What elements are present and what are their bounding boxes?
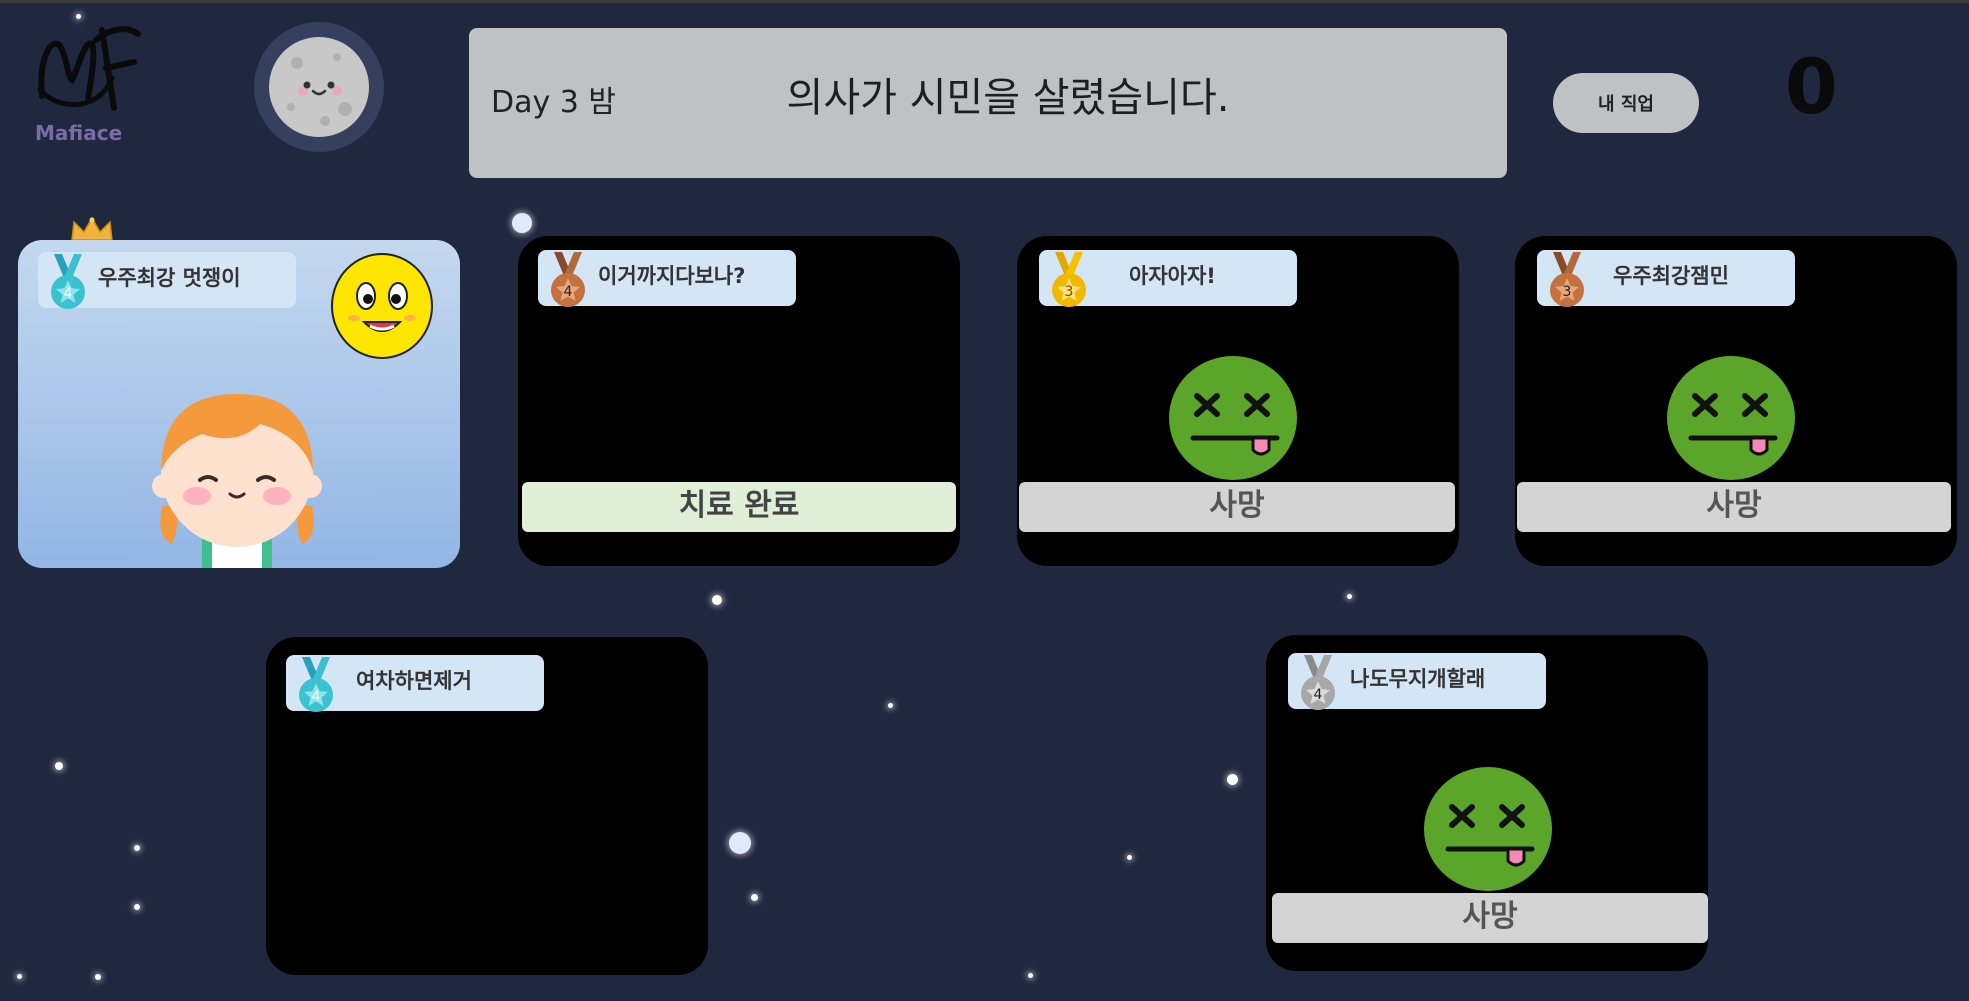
- player-name-tag: 4 이거까지다보나?: [538, 250, 796, 307]
- crown-icon: [71, 216, 113, 241]
- star: [1227, 774, 1238, 785]
- medal-level: 4: [64, 286, 73, 302]
- medal-icon: 3: [1052, 252, 1086, 307]
- medal-level: 3: [1563, 284, 1572, 300]
- player-name: 나도무지개할래: [1350, 667, 1486, 691]
- star: [888, 703, 893, 708]
- my-job-button[interactable]: 내 직업: [1553, 73, 1699, 133]
- medal-icon: 4: [1301, 655, 1335, 710]
- medal-icon: 4: [551, 252, 585, 307]
- girl-avatar-icon: [152, 394, 322, 568]
- star: [134, 845, 140, 851]
- star: [17, 974, 22, 979]
- star: [1028, 973, 1033, 978]
- medal-level: 4: [1314, 687, 1323, 703]
- dead-face-icon: [1424, 767, 1552, 891]
- star: [1127, 855, 1132, 860]
- star: [95, 974, 101, 980]
- medal-level: 4: [312, 689, 321, 705]
- medal-level: 4: [564, 284, 573, 300]
- player-name-tag: 3 우주최강잼민: [1537, 250, 1795, 307]
- medal-level: 3: [1065, 284, 1074, 300]
- player-name-tag: 3 아자아자!: [1039, 250, 1297, 307]
- player-name: 이거까지다보나?: [598, 264, 746, 288]
- timer-counter: 0: [1785, 42, 1838, 131]
- player-name-tag: 4 여차하면제거: [286, 655, 544, 712]
- player-status: 치료 완료: [522, 482, 956, 532]
- dead-face-icon: [1169, 356, 1297, 480]
- medal-icon: 4: [299, 657, 333, 712]
- smiley-icon: [331, 253, 433, 359]
- player-name: 우주최강 멋쟁이: [98, 266, 241, 290]
- dead-face-icon: [1667, 356, 1795, 480]
- star: [1347, 594, 1352, 599]
- player-name: 여차하면제거: [356, 669, 472, 693]
- star: [729, 832, 751, 854]
- announcement-message: 의사가 시민을 살렸습니다.: [786, 75, 1230, 121]
- player-status: 사망: [1019, 482, 1455, 532]
- player-status: 사망: [1272, 893, 1708, 943]
- moon-icon: [254, 22, 384, 152]
- player-name: 우주최강잼민: [1613, 264, 1729, 288]
- player-card[interactable]: 3 아자아자! 사망: [1017, 236, 1459, 566]
- player-card[interactable]: 3 우주최강잼민 사망: [1515, 236, 1957, 566]
- player-name-tag: 4 우주최강 멋쟁이: [38, 252, 296, 309]
- star: [55, 762, 63, 770]
- star: [712, 595, 722, 605]
- medal-icon: 4: [51, 254, 85, 309]
- logo-text: Mafiace: [35, 121, 123, 145]
- star: [512, 213, 532, 233]
- top-border: [0, 0, 1969, 3]
- star: [751, 894, 758, 901]
- day-label: Day 3 밤: [491, 85, 616, 120]
- announcement-banner: 의사가 시민을 살렸습니다. Day 3 밤: [469, 28, 1507, 178]
- medal-icon: 3: [1550, 252, 1584, 307]
- player-name: 아자아자!: [1129, 264, 1216, 288]
- player-card[interactable]: 4 나도무지개할래 사망: [1266, 635, 1708, 971]
- player-card[interactable]: 4 여차하면제거: [266, 637, 708, 975]
- player-status: 사망: [1517, 482, 1951, 532]
- star: [134, 904, 140, 910]
- player-name-tag: 4 나도무지개할래: [1288, 653, 1546, 710]
- player-card-me[interactable]: 4 우주최강 멋쟁이: [18, 240, 460, 568]
- player-card[interactable]: 4 이거까지다보나? 치료 완료: [518, 236, 960, 566]
